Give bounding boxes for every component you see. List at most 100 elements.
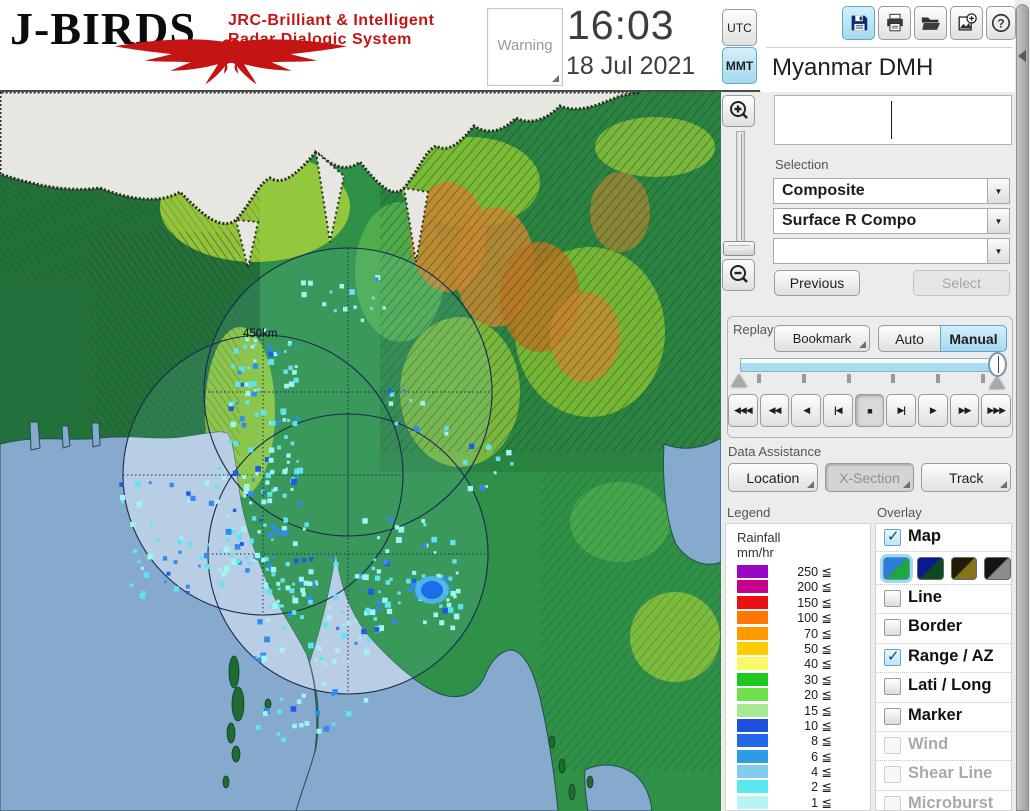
replay-label: Replay — [733, 322, 774, 337]
menu-corner-grip — [1000, 481, 1008, 488]
select-button[interactable]: Select — [913, 270, 1010, 296]
legend-threshold: 100 ≦ — [797, 611, 832, 626]
zoom-out-button[interactable] — [722, 259, 755, 291]
capture-button[interactable] — [950, 6, 983, 40]
legend-threshold: 250 ≦ — [797, 565, 832, 579]
clock-time: 16:03 — [567, 2, 675, 48]
timeline-tick — [846, 374, 851, 383]
help-button[interactable]: ? — [986, 6, 1016, 40]
play-button[interactable]: ▶ — [918, 394, 948, 427]
timeline-tick — [757, 374, 761, 383]
timezone-mmt-button[interactable]: MMT — [722, 47, 757, 84]
timeline-start-marker[interactable] — [731, 374, 747, 387]
track-button[interactable]: Track — [921, 463, 1012, 492]
seek-start-button[interactable]: ◀◀◀ — [728, 394, 758, 427]
map-style-3[interactable] — [950, 556, 978, 580]
legend-threshold: 8 ≦ — [811, 734, 832, 749]
data-assistance-label: Data Assistance — [728, 444, 822, 459]
legend-row: 70 ≦ — [726, 626, 870, 641]
overlay-item-line: Line — [876, 584, 1011, 613]
print-button[interactable] — [878, 6, 911, 40]
selection-dropdown-2[interactable]: Surface R Compo ▼ — [773, 208, 1010, 234]
legend-threshold: 200 ≦ — [797, 580, 832, 595]
help-icon: ? — [991, 13, 1011, 33]
overlay-item-label: Marker — [908, 705, 963, 724]
legend-swatch — [737, 565, 768, 578]
checkbox — [884, 736, 901, 754]
map-style-4[interactable] — [984, 556, 1011, 580]
replay-timeline-slider[interactable] — [740, 358, 1002, 372]
timeline-end-marker[interactable] — [989, 376, 1005, 389]
chevron-down-icon[interactable]: ▼ — [987, 179, 1009, 203]
legend-row: 15 ≦ — [726, 703, 870, 718]
legend-row: 1 ≦ — [726, 795, 870, 810]
overlay-item-label: Lati / Long — [908, 676, 992, 695]
legend-swatch — [737, 780, 768, 794]
panel-collapse-strip[interactable] — [1016, 4, 1029, 811]
checkbox[interactable] — [884, 619, 901, 637]
legend-label: Legend — [727, 505, 771, 520]
product-display-box[interactable] — [774, 95, 1012, 145]
x-section-button[interactable]: X-Section — [824, 463, 915, 492]
legend-swatch — [737, 718, 768, 732]
chevron-down-icon[interactable]: ▼ — [987, 239, 1009, 263]
legend-swatch — [737, 703, 768, 717]
legend-swatch — [737, 657, 768, 671]
legend-swatch — [737, 734, 768, 748]
zoom-slider-handle[interactable] — [723, 241, 755, 256]
play-backward-button[interactable]: ◀ — [791, 394, 822, 427]
svg-text:?: ? — [997, 17, 1004, 31]
legend-row: 200 ≦ — [726, 579, 870, 594]
legend-threshold: 1 ≦ — [811, 795, 832, 810]
chevron-down-icon[interactable]: ▼ — [987, 209, 1009, 233]
checkbox[interactable] — [884, 647, 901, 666]
jbirds-window: 450km J-BIRDS JRC-Brilliant & Intelligen… — [0, 0, 1030, 811]
legend-threshold: 70 ≦ — [804, 626, 832, 641]
fast-rewind-button[interactable]: ◀◀ — [759, 394, 790, 427]
warning-indicator[interactable]: Warning — [487, 8, 563, 86]
map-style-2[interactable] — [916, 556, 944, 580]
timezone-utc-button[interactable]: UTC — [722, 9, 757, 46]
map-style-1[interactable] — [880, 553, 913, 583]
overlay-item-label: Wind — [908, 734, 949, 753]
checkbox[interactable] — [884, 707, 901, 725]
legend-threshold: 20 ≦ — [804, 688, 832, 703]
logo-tagline-1: JRC-Brilliant & Intelligent — [228, 12, 435, 29]
selection-dropdown-3[interactable]: ▼ — [773, 238, 1010, 264]
timeline-handle[interactable] — [988, 352, 1007, 377]
legend-swatch — [737, 688, 768, 702]
warning-label: Warning — [497, 37, 553, 54]
checkbox[interactable] — [884, 678, 901, 696]
legend-row: 2 ≦ — [726, 779, 870, 794]
timeline-tick — [891, 374, 896, 383]
zoom-in-button[interactable] — [722, 95, 755, 127]
bookmark-button[interactable]: Bookmark — [774, 325, 870, 352]
fast-forward-button[interactable]: ▶▶ — [949, 394, 980, 427]
overlay-panel: Map Line Border Range / AZ Lati / Long Marker… — [875, 523, 1012, 811]
legend-row: 50 ≦ — [726, 641, 870, 656]
seek-end-button[interactable]: ▶▶▶ — [981, 394, 1012, 427]
save-button[interactable] — [842, 6, 875, 40]
legend-threshold: 6 ≦ — [811, 749, 832, 764]
manual-mode-button[interactable]: Manual — [940, 325, 1007, 352]
checkbox[interactable] — [884, 527, 901, 546]
legend-swatch — [737, 795, 768, 809]
step-forward-button[interactable]: ▶| — [886, 394, 917, 427]
stop-button[interactable]: ■ — [854, 394, 885, 427]
radar-map[interactable]: 450km — [0, 92, 721, 811]
legend-swatch — [737, 595, 768, 609]
open-file-button[interactable] — [914, 6, 947, 40]
data-assistance-buttons: Location X-Section Track — [728, 463, 1012, 492]
overlay-item-label: Line — [908, 588, 942, 606]
timeline-tick — [801, 374, 806, 383]
overlay-item-marker: Marker — [876, 701, 1011, 731]
step-back-button[interactable]: |◀ — [823, 394, 853, 427]
overlay-item-border: Border — [876, 613, 1011, 642]
selection-dropdown-1[interactable]: Composite ▼ — [773, 178, 1010, 204]
checkbox[interactable] — [884, 590, 901, 607]
location-button[interactable]: Location — [728, 463, 818, 492]
menu-corner-grip — [903, 481, 911, 488]
previous-button[interactable]: Previous — [774, 270, 860, 296]
zoom-slider-track[interactable] — [736, 131, 745, 243]
auto-mode-button[interactable]: Auto — [878, 325, 941, 352]
